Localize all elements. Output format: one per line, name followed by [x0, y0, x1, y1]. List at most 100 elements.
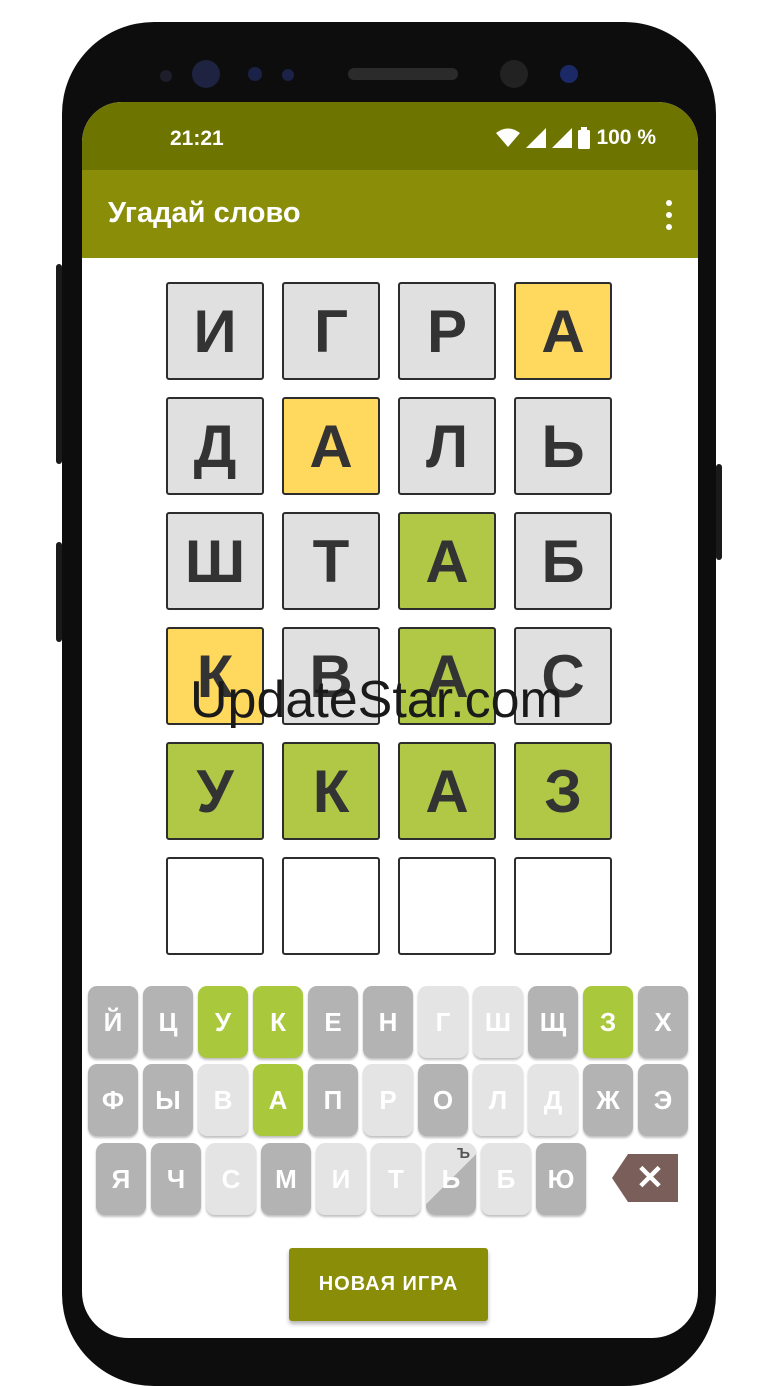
letter-tile: З — [514, 742, 612, 840]
key-Г[interactable]: Г — [418, 986, 468, 1058]
letter-tile: А — [514, 282, 612, 380]
key-label: К — [270, 1006, 286, 1037]
key-К[interactable]: К — [253, 986, 303, 1058]
status-icons: 100 % — [496, 126, 656, 150]
key-П[interactable]: П — [308, 1064, 358, 1136]
key-Й[interactable]: Й — [88, 986, 138, 1058]
key-label: А — [268, 1084, 288, 1115]
key-Д[interactable]: Д — [528, 1064, 578, 1136]
letter-tile — [514, 857, 612, 955]
letter-tile: Б — [514, 512, 612, 610]
key-У[interactable]: У — [198, 986, 248, 1058]
letter-tile: У — [166, 742, 264, 840]
backspace-icon[interactable]: ✕ — [612, 1154, 678, 1202]
key-label: О — [432, 1084, 454, 1115]
signal-icon — [526, 128, 547, 148]
key-label: Ф — [101, 1084, 125, 1115]
battery-percent: 100 % — [596, 126, 656, 149]
letter-tile: К — [282, 742, 380, 840]
key-Ф[interactable]: Ф — [88, 1064, 138, 1136]
letter-tile: А — [398, 742, 496, 840]
key-label: Ж — [596, 1084, 620, 1115]
key-Е[interactable]: Е — [308, 986, 358, 1058]
letter-tile: Л — [398, 397, 496, 495]
phone-side-button — [56, 542, 62, 642]
key-О[interactable]: О — [418, 1064, 468, 1136]
key-М[interactable]: М — [261, 1143, 311, 1215]
key-label: Щ — [539, 1006, 567, 1037]
overflow-menu-icon[interactable] — [664, 200, 674, 230]
phone-side-button — [56, 264, 62, 464]
letter-tile — [398, 857, 496, 955]
key-label: Ы — [155, 1084, 181, 1115]
key-label: П — [323, 1084, 343, 1115]
key-label: У — [214, 1006, 232, 1037]
key-label: З — [599, 1006, 617, 1037]
guess-grid: ИГРАДАЛЬШТАБКВАСУКАЗ — [166, 282, 612, 955]
key-Ц[interactable]: Ц — [143, 986, 193, 1058]
letter-tile — [282, 857, 380, 955]
key-label: М — [275, 1163, 297, 1194]
key-label: В — [213, 1084, 233, 1115]
key-label: И — [331, 1163, 351, 1194]
letter-tile: Т — [282, 512, 380, 610]
key-Х[interactable]: Х — [638, 986, 688, 1058]
key-label: Р — [379, 1084, 397, 1115]
key-И[interactable]: И — [316, 1143, 366, 1215]
key-label: Д — [543, 1084, 563, 1115]
key-С[interactable]: С — [206, 1143, 256, 1215]
status-time: 21:21 — [170, 127, 224, 150]
new-game-button[interactable]: НОВАЯ ИГРА — [289, 1248, 488, 1321]
battery-icon — [578, 127, 591, 149]
letter-tile: А — [398, 627, 496, 725]
letter-tile: К — [166, 627, 264, 725]
key-Э[interactable]: Э — [638, 1064, 688, 1136]
key-label: Я — [111, 1163, 131, 1194]
key-label: Т — [388, 1163, 404, 1194]
keyboard-row: Я Ч С М И Т ЬЪ БЮ — [96, 1143, 586, 1215]
key-Щ[interactable]: Щ — [528, 986, 578, 1058]
key-label: Й — [103, 1006, 123, 1037]
letter-tile: Р — [398, 282, 496, 380]
key-Б[interactable]: Б — [481, 1143, 531, 1215]
front-sensor — [160, 70, 172, 82]
key-Я[interactable]: Я — [96, 1143, 146, 1215]
letter-tile: В — [282, 627, 380, 725]
key-Ш[interactable]: Ш — [473, 986, 523, 1058]
front-sensor — [192, 60, 220, 88]
key-label: Е — [324, 1006, 342, 1037]
letter-tile — [166, 857, 264, 955]
letter-tile: Д — [166, 397, 264, 495]
key-Т[interactable]: Т — [371, 1143, 421, 1215]
app-screen: 21:21 100 % Угадай слово ИГРАДАЛЬШТАБКВА… — [82, 102, 698, 1338]
app-bar: Угадай слово — [82, 170, 698, 258]
key-Ю[interactable]: Ю — [536, 1143, 586, 1215]
signal-icon — [552, 128, 573, 148]
key-В[interactable]: В — [198, 1064, 248, 1136]
key-Н[interactable]: Н — [363, 986, 413, 1058]
front-camera — [500, 60, 528, 88]
key-Ж[interactable]: Ж — [583, 1064, 633, 1136]
key-Ч[interactable]: Ч — [151, 1143, 201, 1215]
front-sensor — [248, 67, 262, 81]
key-label: Ш — [484, 1006, 512, 1037]
letter-tile: Ш — [166, 512, 264, 610]
key-Л[interactable]: Л — [473, 1064, 523, 1136]
phone-side-button — [716, 464, 722, 560]
key-sub-label: Ъ — [456, 1145, 470, 1162]
key-Р[interactable]: Р — [363, 1064, 413, 1136]
key-label: Ю — [547, 1163, 575, 1194]
key-З[interactable]: З — [583, 986, 633, 1058]
keyboard-row: Й Ц У К Е Н Г ШЩ З Х — [88, 986, 688, 1058]
letter-tile: Ь — [514, 397, 612, 495]
front-sensor — [560, 65, 578, 83]
keyboard-row: ФЫ В А П Р О Л Д Ж Э — [88, 1064, 688, 1136]
key-label: Ч — [166, 1163, 186, 1194]
key-Ь[interactable]: ЬЪ — [426, 1143, 476, 1215]
letter-tile: А — [282, 397, 380, 495]
key-label: Х — [654, 1006, 672, 1037]
key-А[interactable]: А — [253, 1064, 303, 1136]
key-Ы[interactable]: Ы — [143, 1064, 193, 1136]
letter-tile: И — [166, 282, 264, 380]
key-label: Г — [435, 1006, 451, 1037]
